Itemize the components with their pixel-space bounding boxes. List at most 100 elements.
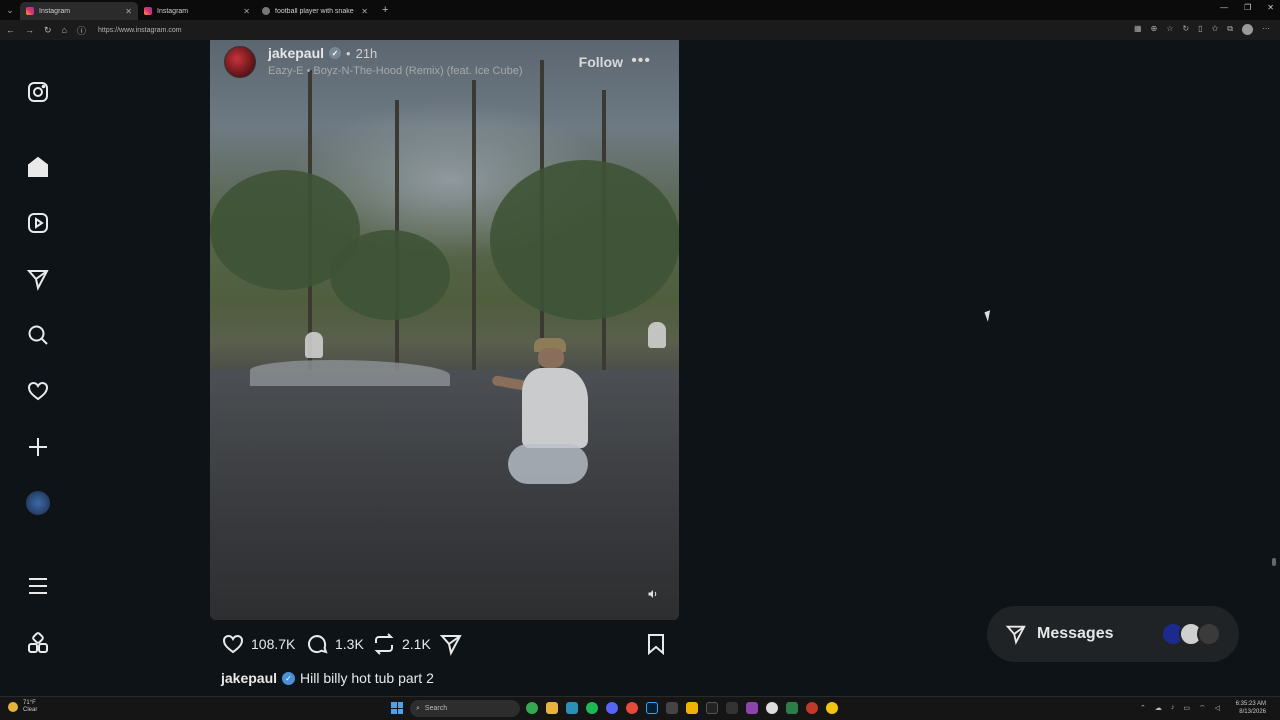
home-icon[interactable] <box>24 153 52 181</box>
split-screen-icon[interactable]: ▯ <box>1198 24 1202 35</box>
restore-icon[interactable]: ❐ <box>1244 3 1251 12</box>
cloud-icon[interactable]: ☁ <box>1155 704 1162 713</box>
file-explorer-icon[interactable] <box>546 702 558 714</box>
browser-tab[interactable]: Instagram ✕ <box>20 2 138 20</box>
message-avatars <box>1161 622 1221 646</box>
video-person <box>491 338 594 488</box>
app-icon[interactable] <box>626 702 638 714</box>
comment-count: 1.3K <box>335 636 364 652</box>
tab-menu-icon[interactable]: ⌄ <box>0 0 20 20</box>
notifications-heart-icon[interactable] <box>24 377 52 405</box>
profile-avatar[interactable] <box>1242 24 1253 35</box>
page-scrollbar[interactable] <box>1272 558 1276 566</box>
post-username[interactable]: jakepaul <box>268 45 324 61</box>
app-icon[interactable] <box>766 702 778 714</box>
app-icon[interactable] <box>806 702 818 714</box>
follow-button[interactable]: Follow <box>579 54 623 70</box>
battery-icon[interactable]: ▭ <box>1183 704 1190 713</box>
forward-icon[interactable]: → <box>25 25 34 35</box>
direct-message-icon[interactable] <box>24 265 52 293</box>
site-info-icon[interactable]: ⓘ <box>77 24 86 37</box>
favorite-star-icon[interactable]: ☆ <box>1166 24 1173 35</box>
create-plus-icon[interactable] <box>24 433 52 461</box>
post-time-dot: • <box>346 45 351 61</box>
instagram-logo-icon[interactable] <box>24 78 52 106</box>
video-foliage <box>490 160 679 320</box>
browser-tab[interactable]: Instagram ✕ <box>138 2 256 20</box>
app-icon[interactable] <box>686 702 698 714</box>
close-window-icon[interactable]: ✕ <box>1267 3 1274 12</box>
terminal-icon[interactable] <box>666 702 678 714</box>
weather-widget[interactable]: 71°F Clear <box>8 700 37 714</box>
volume-icon[interactable] <box>645 586 661 602</box>
repost-button[interactable]: 2.1K <box>372 632 431 656</box>
feed-post: jakepaul ✓ • 21h Eazy-E • Boyz-N-The-Hoo… <box>210 40 679 696</box>
weather-condition: Clear <box>23 707 38 713</box>
comment-button[interactable]: 1.3K <box>305 632 364 656</box>
clock[interactable]: 6:35:23 AM 8/13/2026 <box>1236 700 1266 716</box>
comment-icon <box>308 635 328 654</box>
messages-button[interactable]: Messages <box>987 606 1239 662</box>
share-button[interactable] <box>439 632 463 656</box>
search-icon[interactable] <box>24 321 52 349</box>
app-icon[interactable] <box>746 702 758 714</box>
profile-avatar[interactable] <box>24 489 52 517</box>
app-icon[interactable] <box>786 702 798 714</box>
zoom-icon[interactable]: ⊕ <box>1151 24 1158 35</box>
moon-icon <box>8 702 18 712</box>
microphone-icon[interactable]: ♪ <box>1171 704 1175 713</box>
spotify-icon[interactable] <box>586 702 598 714</box>
video-tub-water <box>210 370 679 620</box>
save-button[interactable] <box>644 632 668 656</box>
reload-icon[interactable]: ↻ <box>44 25 52 36</box>
close-tab-icon[interactable]: ✕ <box>243 7 250 16</box>
network-icon[interactable]: ⌔ <box>1199 704 1206 713</box>
shooting-target <box>305 332 323 358</box>
discord-icon[interactable] <box>606 702 618 714</box>
post-video[interactable] <box>210 40 679 620</box>
avatar <box>1197 622 1221 646</box>
more-options-icon[interactable]: ••• <box>631 52 651 70</box>
post-time[interactable]: 21h <box>356 46 378 61</box>
start-button[interactable] <box>391 702 403 714</box>
refresh-extension-icon[interactable]: ↻ <box>1182 24 1189 35</box>
app-icon[interactable] <box>726 702 738 714</box>
back-icon[interactable]: ← <box>6 25 15 35</box>
post-author-avatar[interactable] <box>224 46 256 78</box>
minimize-icon[interactable]: — <box>1220 3 1228 12</box>
video-tub-rim <box>250 360 450 386</box>
taskbar-search[interactable]: ⌕ Search <box>410 700 520 717</box>
url-field[interactable]: https://www.instagram.com <box>98 27 182 34</box>
chevron-up-icon[interactable]: ⌃ <box>1140 704 1146 713</box>
favorites-icon[interactable]: ✩ <box>1212 24 1219 35</box>
edge-icon[interactable] <box>566 702 578 714</box>
like-button[interactable]: 108.7K <box>221 632 295 656</box>
instagram-page: jakepaul ✓ • 21h Eazy-E • Boyz-N-The-Hoo… <box>0 40 1280 696</box>
menu-dots-icon[interactable]: ⋯ <box>1262 24 1270 35</box>
globe-favicon-icon <box>262 7 270 15</box>
search-icon: ⌕ <box>416 704 420 712</box>
post-audio[interactable]: Eazy-E • Boyz-N-The-Hood (Remix) (feat. … <box>268 65 522 77</box>
reels-icon[interactable] <box>24 209 52 237</box>
chrome-icon[interactable] <box>526 702 538 714</box>
direct-message-icon <box>1005 625 1026 645</box>
bookmark-icon <box>648 634 664 656</box>
also-from-meta-icon[interactable] <box>24 629 52 657</box>
photoshop-icon[interactable] <box>646 702 658 714</box>
new-tab-icon[interactable]: + <box>382 4 388 16</box>
browser-tabbar: ⌄ Instagram ✕ Instagram ✕ football playe… <box>0 0 1280 20</box>
browser-tab[interactable]: football player with snake in helme ✕ <box>256 2 374 20</box>
home-icon[interactable]: ⌂ <box>62 25 67 35</box>
verified-badge-icon: ✓ <box>282 671 296 685</box>
app-icon[interactable] <box>826 702 838 714</box>
app-icon[interactable] <box>706 702 718 714</box>
mouse-cursor-icon <box>984 310 994 322</box>
volume-icon[interactable]: ◁ <box>1215 704 1220 713</box>
extensions-icon[interactable]: ⧉ <box>1227 24 1233 35</box>
tab-title: Instagram <box>157 7 189 15</box>
close-tab-icon[interactable]: ✕ <box>125 7 132 16</box>
caption-username[interactable]: jakepaul <box>221 670 277 686</box>
more-menu-icon[interactable] <box>24 572 52 600</box>
close-tab-icon[interactable]: ✕ <box>361 7 368 16</box>
app-icon[interactable]: ▦ <box>1134 24 1142 35</box>
